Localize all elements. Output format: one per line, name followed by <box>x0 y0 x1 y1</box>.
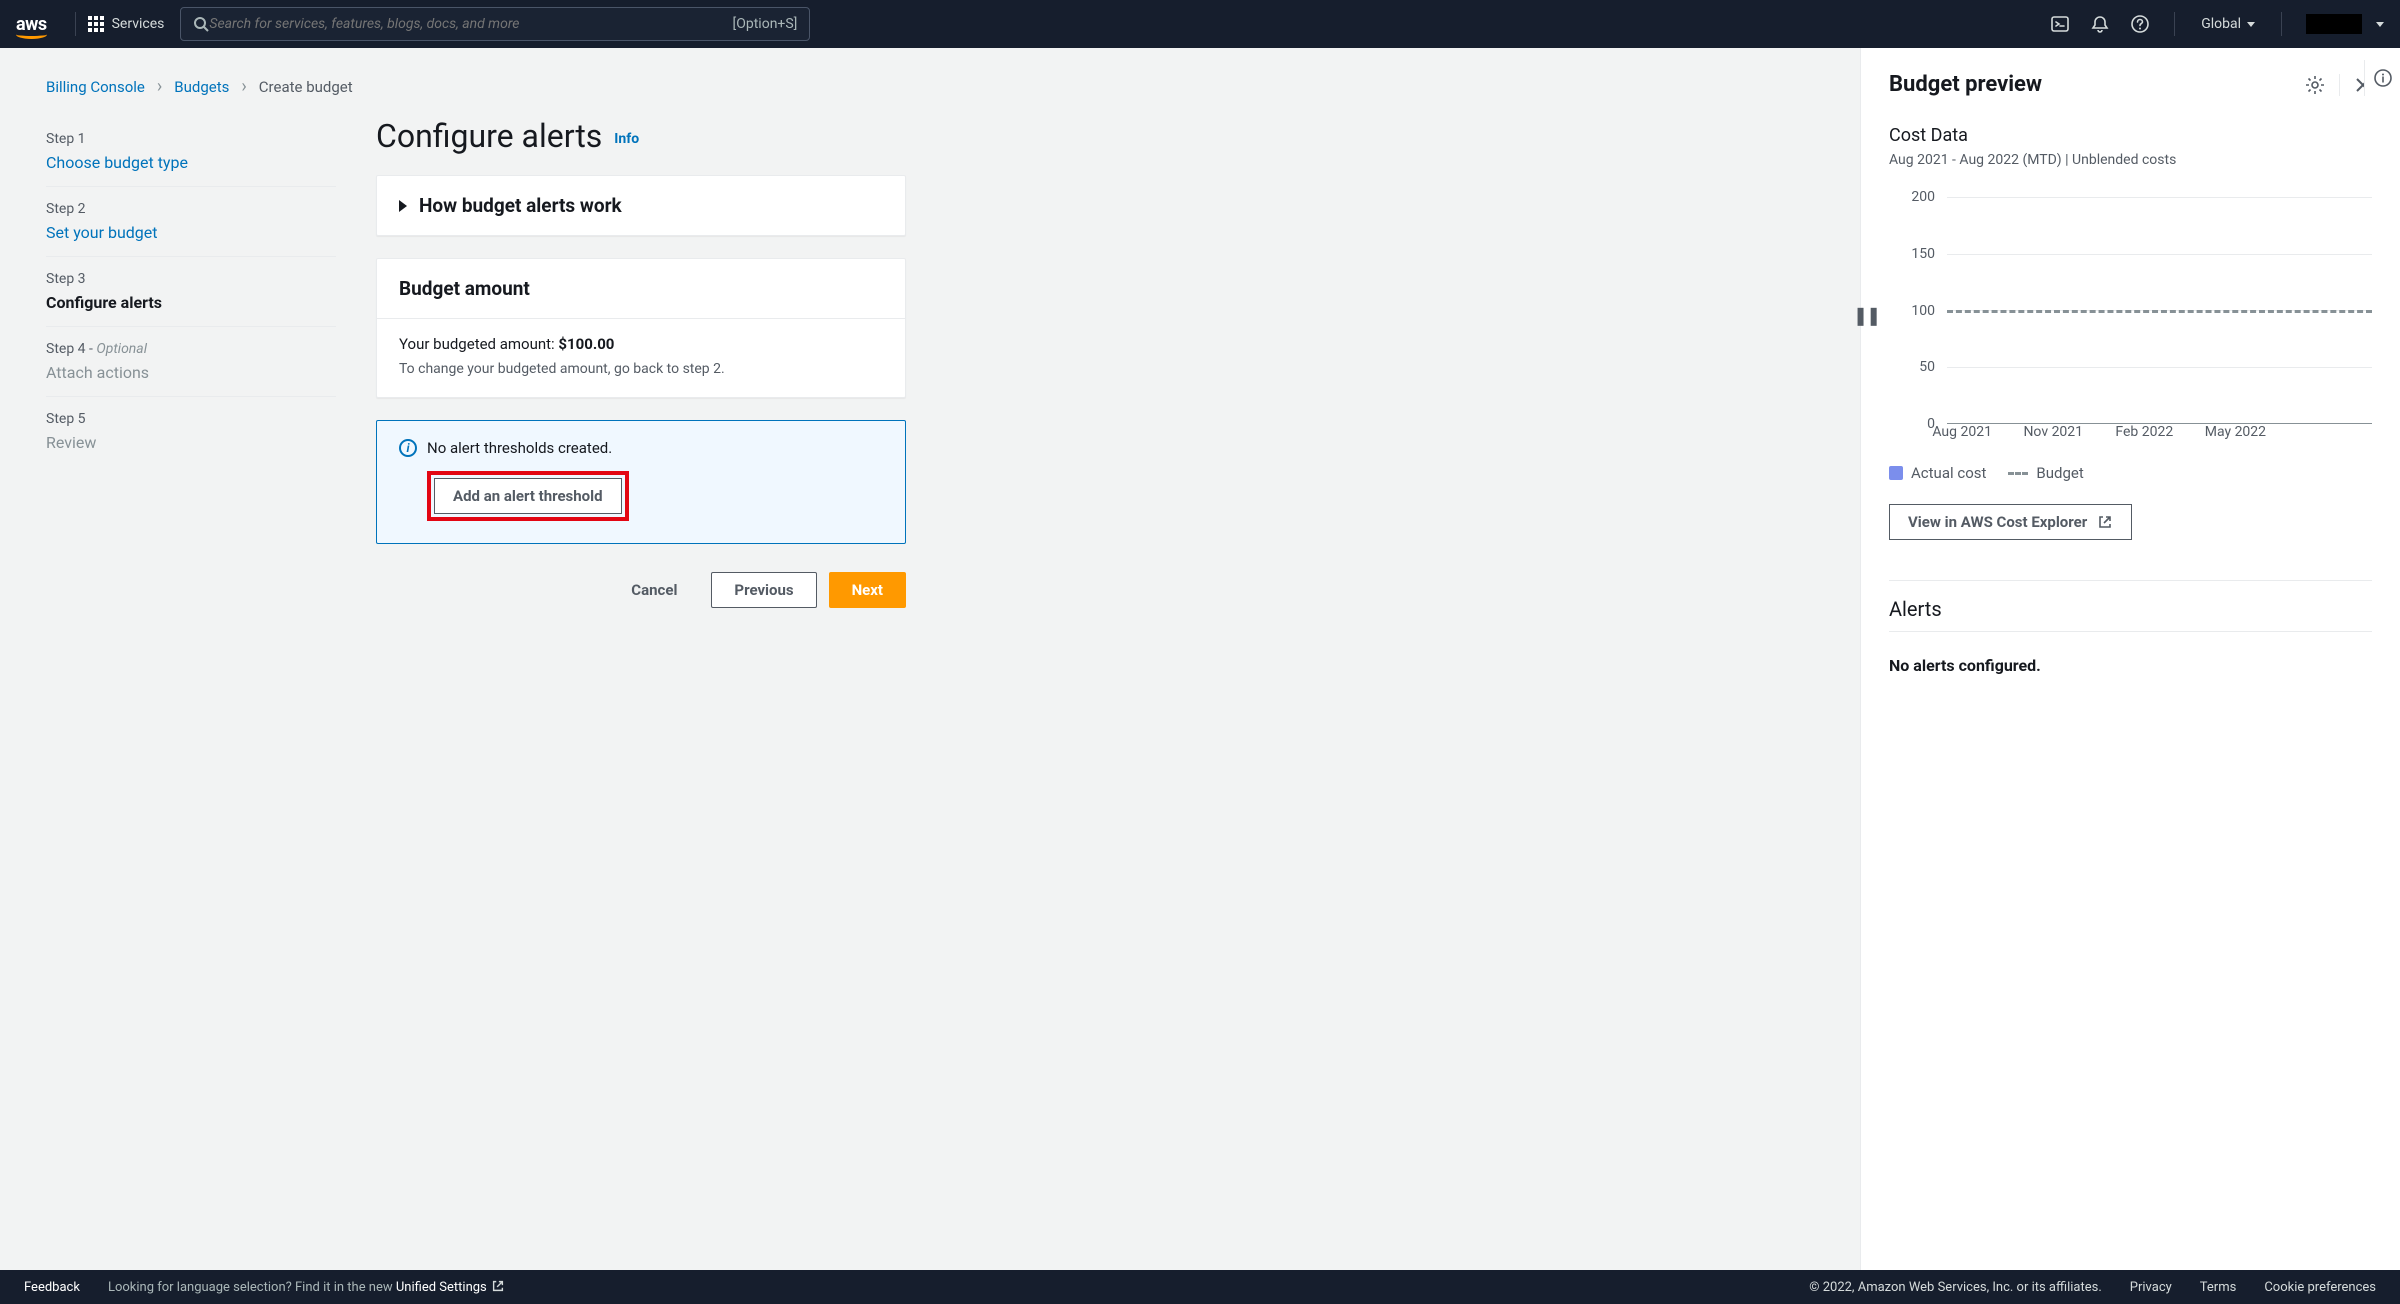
budget-hint: To change your budgeted amount, go back … <box>399 361 883 377</box>
step-2[interactable]: Step 2 Set your budget <box>46 187 336 257</box>
terms-link[interactable]: Terms <box>2200 1280 2237 1295</box>
no-alerts-text: No alerts configured. <box>1889 656 2372 675</box>
step-link[interactable]: Set your budget <box>46 223 336 242</box>
help-icon[interactable] <box>2122 6 2158 42</box>
wizard-actions: Cancel Previous Next <box>376 572 906 608</box>
step-label: Step 1 <box>46 131 336 147</box>
divider <box>2281 12 2282 36</box>
region-label: Global <box>2201 16 2241 32</box>
alerts-heading: Alerts <box>1889 587 2372 621</box>
cancel-button[interactable]: Cancel <box>609 572 699 608</box>
search-wrap: [Option+S] <box>180 7 810 41</box>
external-link-icon <box>2097 514 2113 530</box>
wizard-steps: Step 1 Choose budget type Step 2 Set you… <box>46 117 336 466</box>
budget-amount-card: Budget amount Your budgeted amount: $100… <box>376 258 906 398</box>
caret-down-icon <box>2376 22 2384 27</box>
breadcrumb-billing[interactable]: Billing Console <box>46 78 145 96</box>
no-thresholds-text: No alert thresholds created. <box>427 439 612 457</box>
step-4: Step 4 - Optional Attach actions <box>46 327 336 397</box>
page-title: Configure alerts Info <box>376 117 906 155</box>
legend-budget: Budget <box>2008 464 2083 482</box>
step-label: Step 3 <box>46 271 336 287</box>
external-link-icon <box>491 1279 505 1293</box>
chevron-right-icon: › <box>241 76 246 97</box>
gear-icon[interactable] <box>2305 75 2325 95</box>
step-label: Step 2 <box>46 201 336 217</box>
how-alerts-card[interactable]: How budget alerts work <box>376 175 906 236</box>
search-icon <box>193 16 209 32</box>
budget-amount-header: Budget amount <box>377 259 905 318</box>
expand-caret-icon <box>399 200 407 212</box>
language-prompt: Looking for language selection? Find it … <box>108 1279 505 1295</box>
search-input[interactable] <box>209 16 732 32</box>
pause-icon[interactable]: ❚❚ <box>1853 306 1879 327</box>
legend-square-icon <box>1889 466 1903 480</box>
topnav-right: Global <box>2042 6 2384 42</box>
feedback-link[interactable]: Feedback <box>24 1280 80 1295</box>
cost-data-title: Cost Data <box>1889 125 2372 146</box>
breadcrumb-budgets[interactable]: Budgets <box>174 78 229 96</box>
account-menu[interactable] <box>2306 14 2362 34</box>
next-button[interactable]: Next <box>829 572 906 608</box>
footer: Feedback Looking for language selection?… <box>0 1270 2400 1304</box>
chart-legend: Actual cost Budget <box>1889 464 2372 482</box>
region-selector[interactable]: Global <box>2191 16 2265 32</box>
privacy-link[interactable]: Privacy <box>2130 1280 2172 1295</box>
panel-title: Budget preview <box>1889 72 2305 97</box>
info-icon: i <box>399 439 417 457</box>
step-1[interactable]: Step 1 Choose budget type <box>46 117 336 187</box>
highlight-box: Add an alert threshold <box>427 471 629 521</box>
top-nav: aws Services [Option+S] Global <box>0 0 2400 48</box>
search-box[interactable]: [Option+S] <box>180 7 810 41</box>
cloudshell-icon[interactable] <box>2042 6 2078 42</box>
chevron-right-icon: › <box>157 76 162 97</box>
view-cost-explorer-button[interactable]: View in AWS Cost Explorer <box>1889 504 2132 540</box>
step-3: Step 3 Configure alerts <box>46 257 336 327</box>
step-disabled: Attach actions <box>46 363 336 382</box>
step-link[interactable]: Choose budget type <box>46 153 336 172</box>
info-link[interactable]: Info <box>614 131 639 147</box>
copyright: © 2022, Amazon Web Services, Inc. or its… <box>1809 1280 2102 1295</box>
divider <box>2174 12 2175 36</box>
legend-dash-icon <box>2008 472 2028 475</box>
grid-icon <box>88 16 104 32</box>
no-thresholds-info: i No alert thresholds created. Add an al… <box>376 420 906 544</box>
budgeted-amount: Your budgeted amount: $100.00 <box>399 335 883 353</box>
breadcrumb-current: Create budget <box>259 78 353 96</box>
step-disabled: Review <box>46 433 336 452</box>
search-shortcut: [Option+S] <box>733 16 798 32</box>
cookie-preferences-link[interactable]: Cookie preferences <box>2264 1280 2376 1295</box>
step-label: Step 5 <box>46 411 336 427</box>
services-menu[interactable]: Services <box>88 16 165 32</box>
divider <box>75 12 76 36</box>
step-label: Step 4 - Optional <box>46 341 336 357</box>
how-alerts-title: How budget alerts work <box>419 194 622 217</box>
cost-chart: ❚❚ 050100150200 Aug 2021Nov 2021Feb 2022… <box>1871 186 2372 446</box>
add-alert-threshold-button[interactable]: Add an alert threshold <box>434 478 622 514</box>
legend-actual: Actual cost <box>1889 464 1986 482</box>
services-label: Services <box>112 16 165 32</box>
step-current: Configure alerts <box>46 293 336 312</box>
unified-settings-link[interactable]: Unified Settings <box>396 1280 505 1295</box>
previous-button[interactable]: Previous <box>711 572 816 608</box>
info-tab-icon[interactable] <box>2364 60 2400 96</box>
caret-down-icon <box>2247 22 2255 27</box>
notifications-icon[interactable] <box>2082 6 2118 42</box>
aws-logo[interactable]: aws <box>16 14 47 35</box>
breadcrumb: Billing Console › Budgets › Create budge… <box>46 76 1832 97</box>
cost-data-range: Aug 2021 - Aug 2022 (MTD) | Unblended co… <box>1889 152 2372 168</box>
budget-preview-panel: Budget preview Cost Data Aug 2021 - Aug … <box>1860 48 2400 1270</box>
step-5: Step 5 Review <box>46 397 336 466</box>
